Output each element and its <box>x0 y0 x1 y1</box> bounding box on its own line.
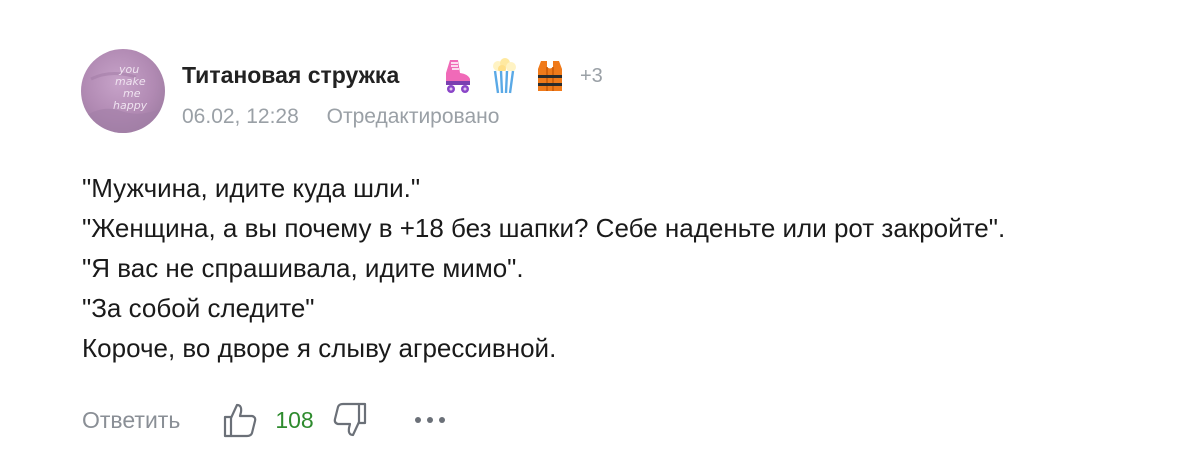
thumbs-down-icon <box>333 402 366 437</box>
popcorn-icon[interactable] <box>486 56 522 96</box>
avatar[interactable]: you make me happy <box>81 49 165 133</box>
comment-actions: Ответить 108 <box>82 398 450 442</box>
thumbs-up-icon <box>224 403 257 438</box>
comment-line: "Женщина, а вы почему в +18 без шапки? С… <box>82 213 1006 243</box>
more-dots-icon <box>414 417 445 423</box>
comment-meta: 06.02, 12:28 Отредактировано <box>182 105 499 129</box>
more-button[interactable] <box>410 398 450 442</box>
comment-line: Короче, во дворе я слыву агрессивной. <box>82 333 557 363</box>
comment-line: "Мужчина, идите куда шли." <box>82 173 421 203</box>
comment-date[interactable]: 06.02, 12:28 <box>182 105 299 128</box>
comment-line: "За собой следите" <box>82 293 315 323</box>
badges: +3 <box>440 56 603 96</box>
avatar-text-4: happy <box>113 99 148 112</box>
reply-button[interactable]: Ответить <box>82 407 180 434</box>
edited-label: Отредактировано <box>326 105 500 128</box>
like-button[interactable] <box>220 398 260 442</box>
roller-skate-icon[interactable] <box>440 56 476 96</box>
comment-line: "Я вас не спрашивала, идите мимо". <box>82 253 524 283</box>
author-name[interactable]: Титановая стружка <box>182 62 399 89</box>
comment-body: "Мужчина, идите куда шли." "Женщина, а в… <box>82 168 1162 368</box>
like-count: 108 <box>275 406 314 433</box>
comment: you make me happy Титановая стружка +3 0… <box>0 0 1184 476</box>
life-vest-icon[interactable] <box>532 56 568 96</box>
avatar-image: you make me happy <box>81 49 165 133</box>
badges-more[interactable]: +3 <box>580 65 603 88</box>
dislike-button[interactable] <box>330 398 370 442</box>
